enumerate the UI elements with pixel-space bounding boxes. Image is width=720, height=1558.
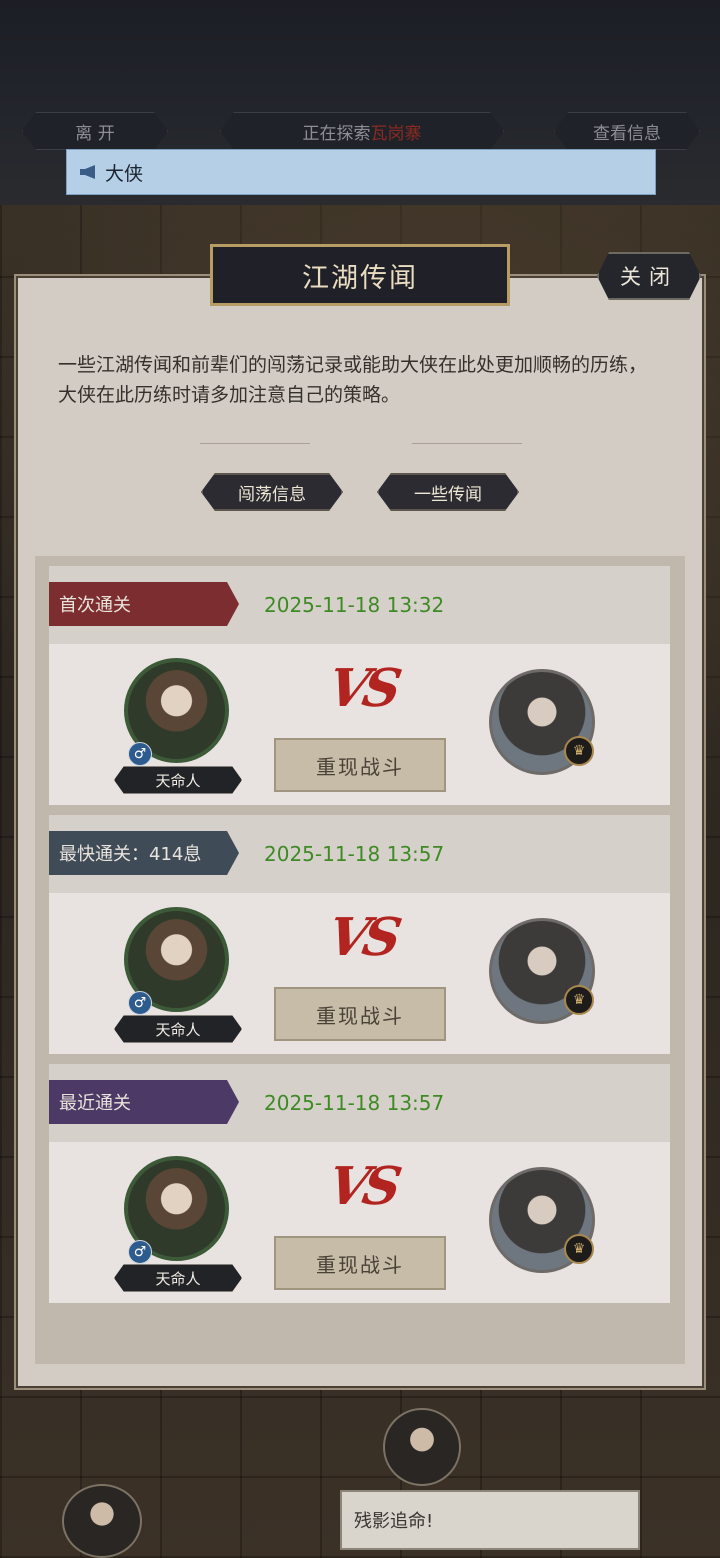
- boss-badge-icon: ♛: [564, 736, 594, 766]
- tab-adventure-info-label: 闯荡信息: [238, 484, 306, 505]
- exploring-status: 正在探索 瓦岗寨: [220, 112, 504, 150]
- player-name: 天命人: [114, 766, 242, 794]
- leave-label: 离 开: [75, 123, 115, 144]
- record-ribbon: 首次通关: [49, 582, 239, 626]
- replay-battle-button[interactable]: 重现战斗: [274, 987, 446, 1041]
- exploring-prefix: 正在探索: [302, 123, 371, 144]
- male-icon: ♂: [128, 991, 152, 1015]
- male-icon: ♂: [128, 742, 152, 766]
- notice-bar[interactable]: 大侠: [66, 149, 656, 195]
- player-name: 天命人: [114, 1015, 242, 1043]
- tab-rumors[interactable]: 一些传闻: [377, 473, 519, 511]
- player-name: 天命人: [114, 1264, 242, 1292]
- replay-battle-button[interactable]: 重现战斗: [274, 738, 446, 792]
- record-date: 2025-11-18 13:57: [264, 1091, 445, 1115]
- vs-icon: VS: [323, 658, 401, 719]
- tab-rumors-label: 一些传闻: [414, 484, 482, 505]
- view-info-label: 查看信息: [593, 123, 661, 144]
- megaphone-icon: [80, 165, 95, 179]
- close-button[interactable]: 关闭: [597, 252, 701, 300]
- vs-icon: VS: [323, 907, 401, 968]
- vs-icon: VS: [323, 1156, 401, 1217]
- chat-bubble: 残影追命!: [340, 1490, 640, 1550]
- record-card-first-clear: 首次通关 2025-11-18 13:32 ♂ 天命人 VS 重现战斗 ♛: [49, 566, 670, 805]
- companion-avatar[interactable]: [383, 1408, 461, 1486]
- replay-battle-button[interactable]: 重现战斗: [274, 1236, 446, 1290]
- record-card-latest-clear: 最近通关 2025-11-18 13:57 ♂ 天命人 VS 重现战斗 ♛: [49, 1064, 670, 1303]
- boss-badge-icon: ♛: [564, 1234, 594, 1264]
- notice-text: 大侠: [105, 162, 144, 185]
- record-date: 2025-11-18 13:32: [264, 593, 445, 617]
- exploring-location: 瓦岗寨: [370, 123, 422, 144]
- view-info-button[interactable]: 查看信息: [554, 112, 700, 150]
- boss-badge-icon: ♛: [564, 985, 594, 1015]
- leave-button[interactable]: 离 开: [22, 112, 168, 150]
- record-card-fastest-clear: 最快通关：414息 2025-11-18 13:57 ♂ 天命人 VS 重现战斗…: [49, 815, 670, 1054]
- npc-avatar[interactable]: [62, 1484, 142, 1558]
- panel-title: 江湖传闻: [210, 244, 510, 306]
- panel-description: 一些江湖传闻和前辈们的闯荡记录或能助大侠在此处更加顺畅的历练，大侠在此历练时请多…: [58, 354, 648, 406]
- record-ribbon: 最快通关：414息: [49, 831, 239, 875]
- tab-adventure-info[interactable]: 闯荡信息: [201, 473, 343, 511]
- record-ribbon: 最近通关: [49, 1080, 239, 1124]
- divider-left: [200, 443, 310, 444]
- record-date: 2025-11-18 13:57: [264, 842, 445, 866]
- male-icon: ♂: [128, 1240, 152, 1264]
- divider-right: [412, 443, 522, 444]
